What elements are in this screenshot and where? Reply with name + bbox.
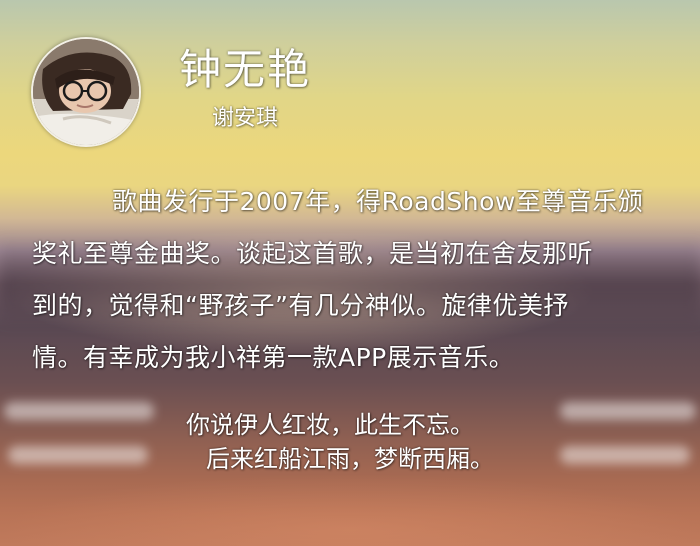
lyric-line: 你说伊人红妆，此生不忘。: [186, 411, 474, 439]
background-glow: [0, 470, 700, 546]
lyrics-block: 你说伊人红妆，此生不忘。 后来红船江雨，梦断西厢。: [0, 408, 700, 476]
description-line: 情。有幸成为我小祥第一款APP展示音乐。: [32, 343, 515, 372]
music-intro-card: 钟无艳 谢安琪 歌曲发行于2007年，得RoadShow至尊音乐颁 奖礼至尊金曲…: [0, 0, 700, 546]
song-description: 歌曲发行于2007年，得RoadShow至尊音乐颁 奖礼至尊金曲奖。谈起这首歌，…: [32, 180, 692, 388]
description-line: 到的，觉得和“野孩子”有几分神似。旋律优美抒: [32, 291, 569, 320]
singer-avatar[interactable]: [31, 37, 141, 147]
singer-name: 谢安琪: [212, 106, 279, 131]
portrait-icon: [33, 39, 139, 145]
lyric-line: 后来红船江雨，梦断西厢。: [206, 445, 494, 473]
description-line: 奖礼至尊金曲奖。谈起这首歌，是当初在舍友那听: [32, 239, 594, 268]
description-line: 歌曲发行于2007年，得RoadShow至尊音乐颁: [112, 187, 644, 216]
song-title: 钟无艳: [179, 45, 312, 94]
